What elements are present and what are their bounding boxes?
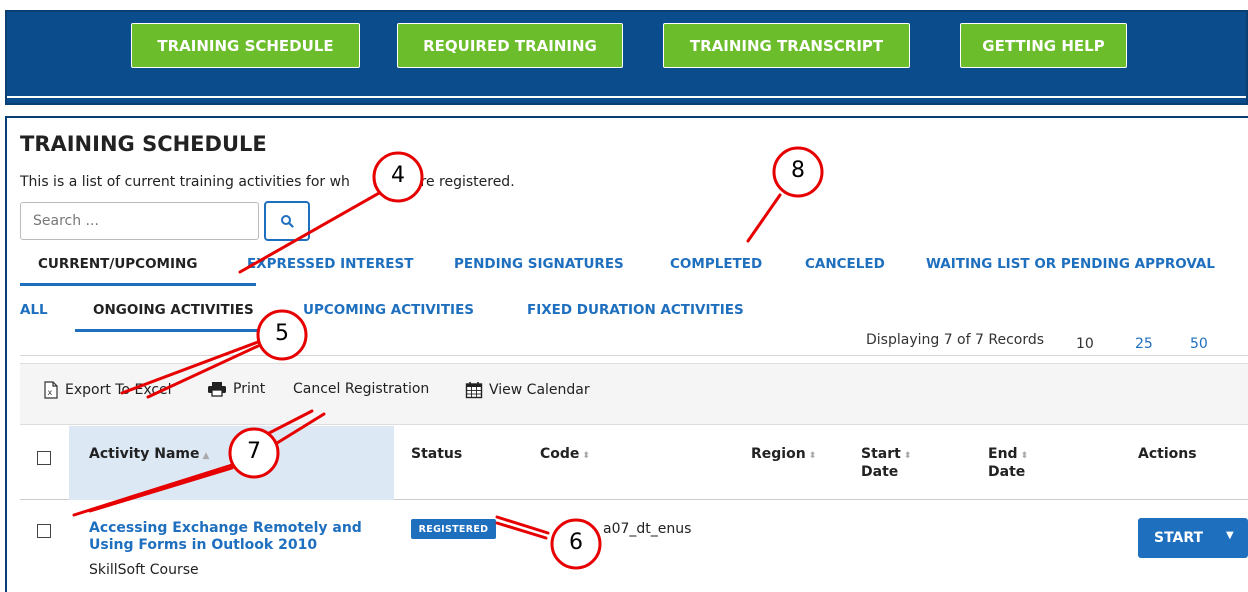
status-badge: REGISTERED (411, 519, 496, 539)
column-header-activity-name[interactable]: Activity Name ▲ (89, 446, 209, 464)
tab-completed[interactable]: COMPLETED (670, 256, 762, 272)
page-description: This is a list of current training activ… (20, 174, 515, 190)
callout-6-label: 6 (569, 530, 583, 555)
column-header-region-label: Region (751, 446, 806, 462)
callout-4-label: 4 (391, 163, 405, 188)
subtab-ongoing-activities[interactable]: ONGOING ACTIVITIES (93, 302, 254, 318)
search-icon (281, 215, 294, 228)
page-size-10[interactable]: 10 (1076, 336, 1094, 352)
column-header-status: Status (411, 446, 463, 462)
column-header-end-date[interactable]: End ⬍ Date (988, 446, 1028, 480)
export-excel-label: Export To Excel (65, 382, 172, 398)
column-header-region[interactable]: Region ⬍ (751, 446, 816, 464)
nav-getting-help-button[interactable]: GETTING HELP (960, 23, 1127, 68)
records-info: Displaying 7 of 7 Records (866, 332, 1045, 348)
table-toolbar (20, 363, 1248, 425)
subtab-active-underline (75, 329, 280, 332)
activity-name-link[interactable]: Accessing Exchange Remotely and Using Fo… (89, 520, 399, 554)
subtab-all[interactable]: ALL (20, 302, 48, 318)
nav-training-schedule-button[interactable]: TRAINING SCHEDULE (131, 23, 360, 68)
column-header-start-date-label: Date (861, 464, 899, 480)
divider (20, 355, 1248, 356)
activity-name-line2: Using Forms in Outlook 2010 (89, 537, 318, 553)
page-description-text: This is a list of current training activ… (20, 174, 350, 190)
svg-text:x: x (48, 388, 53, 397)
export-excel-button[interactable]: x Export To Excel (43, 381, 172, 399)
caret-down-icon[interactable]: ▼ (1226, 530, 1234, 541)
page-title: TRAINING SCHEDULE (20, 132, 267, 156)
calendar-icon (465, 382, 483, 399)
callout-5-label: 5 (275, 321, 289, 346)
sort-icon: ⬍ (903, 451, 912, 461)
print-button[interactable]: Print (207, 381, 265, 397)
tab-pending-signatures[interactable]: PENDING SIGNATURES (454, 256, 624, 272)
tab-canceled[interactable]: CANCELED (805, 256, 885, 272)
sort-asc-icon: ▲ (202, 451, 210, 461)
column-header-code[interactable]: Code ⬍ (540, 446, 590, 464)
page-size-50[interactable]: 50 (1190, 336, 1208, 352)
row-checkbox[interactable] (37, 524, 51, 538)
activity-name-line1: Accessing Exchange Remotely and (89, 520, 362, 536)
tab-active-underline (20, 283, 256, 286)
column-header-start-label: Start (861, 446, 901, 462)
sort-icon: ⬍ (582, 451, 590, 461)
column-header-start-date[interactable]: Start ⬍ Date (861, 446, 911, 480)
column-header-code-label: Code (540, 446, 580, 462)
tab-waiting-list[interactable]: WAITING LIST OR PENDING APPROVAL (926, 256, 1215, 272)
start-button-label: START (1154, 530, 1204, 546)
tab-expressed-interest[interactable]: EXPRESSED INTEREST (247, 256, 413, 272)
callout-7-label: 7 (247, 439, 261, 464)
page-size-25[interactable]: 25 (1135, 336, 1153, 352)
sort-icon: ⬍ (1020, 451, 1029, 461)
subtab-fixed-duration-activities[interactable]: FIXED DURATION ACTIVITIES (527, 302, 744, 318)
column-header-end-date-label: Date (988, 464, 1026, 480)
column-header-activity-label: Activity Name (89, 446, 200, 462)
column-header-end-label: End (988, 446, 1018, 462)
view-calendar-button[interactable]: View Calendar (465, 381, 590, 399)
sort-icon: ⬍ (808, 451, 817, 461)
cancel-registration-button[interactable]: Cancel Registration (293, 381, 429, 397)
nav-required-training-button[interactable]: REQUIRED TRAINING (397, 23, 623, 68)
start-button[interactable]: START ▼ (1138, 518, 1248, 558)
page-description-tail: are registered. (411, 174, 515, 190)
printer-icon (208, 382, 226, 397)
search-input[interactable] (20, 202, 259, 240)
column-header-actions: Actions (1138, 446, 1197, 462)
excel-file-icon: x (44, 381, 58, 399)
tab-current-upcoming[interactable]: CURRENT/UPCOMING (38, 256, 197, 272)
cancel-registration-label: Cancel Registration (293, 381, 430, 397)
print-label: Print (233, 381, 266, 397)
search-button[interactable] (264, 201, 310, 241)
callout-8-label: 8 (791, 158, 805, 183)
subtab-upcoming-activities[interactable]: UPCOMING ACTIVITIES (303, 302, 474, 318)
nav-training-transcript-button[interactable]: TRAINING TRANSCRIPT (663, 23, 910, 68)
select-all-checkbox[interactable] (37, 451, 51, 465)
activity-code: a07_dt_enus (603, 521, 692, 537)
view-calendar-label: View Calendar (489, 382, 590, 398)
activity-type: SkillSoft Course (89, 562, 199, 578)
